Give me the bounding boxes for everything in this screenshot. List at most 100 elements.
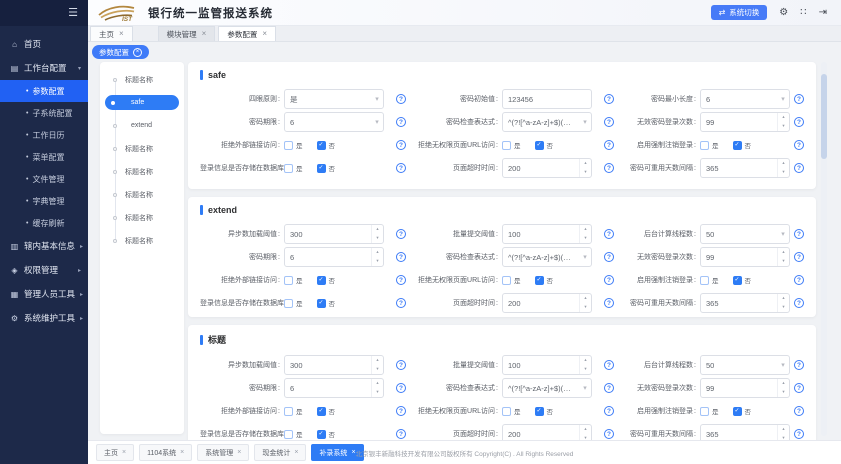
help-icon[interactable]: ? <box>396 140 406 150</box>
number-stepper[interactable]: ▴▾ <box>777 425 789 440</box>
tree-node[interactable]: 标题名称 <box>100 160 184 183</box>
checkbox-option[interactable]: 是 <box>284 429 303 439</box>
number-field[interactable]: 99▴▾ <box>700 378 790 398</box>
help-icon[interactable]: ? <box>794 275 804 285</box>
stepper-down-icon[interactable]: ▾ <box>580 168 591 177</box>
close-icon[interactable]: × <box>262 30 267 38</box>
help-icon[interactable]: ? <box>396 298 406 308</box>
stepper-down-icon[interactable]: ▾ <box>778 122 789 131</box>
number-stepper[interactable]: ▴▾ <box>579 356 591 374</box>
sidebar-subitem[interactable]: •字典管理 <box>0 190 88 212</box>
sidebar-item-org-info[interactable]: ▥辖内基本信息▸ <box>0 234 88 258</box>
help-icon[interactable]: ? <box>604 94 614 104</box>
help-icon[interactable]: ? <box>396 229 406 239</box>
checkbox-option[interactable]: 是 <box>284 298 303 308</box>
sidebar-subitem[interactable]: •参数配置 <box>0 80 88 102</box>
number-stepper[interactable]: ▴▾ <box>579 225 591 243</box>
select-field[interactable]: 50▾ <box>700 355 790 375</box>
checkbox-option[interactable]: 否 <box>733 140 752 150</box>
help-icon[interactable]: ? <box>396 117 406 127</box>
fullscreen-icon[interactable]: ∷ <box>800 8 806 18</box>
help-icon[interactable]: ? <box>604 252 614 262</box>
number-field[interactable]: 100▴▾ <box>502 224 592 244</box>
checkbox-option[interactable]: 是 <box>284 163 303 173</box>
help-icon[interactable]: ? <box>604 429 614 439</box>
sidebar-item-workbench[interactable]: ▤工作台配置▾ <box>0 56 88 80</box>
tree-node[interactable]: safe <box>100 91 184 114</box>
number-stepper[interactable]: ▴▾ <box>777 294 789 312</box>
checkbox-option[interactable]: 是 <box>502 140 521 150</box>
close-icon[interactable]: × <box>119 30 124 38</box>
number-stepper[interactable]: ▴▾ <box>371 379 383 397</box>
number-field[interactable]: 200▴▾ <box>502 424 592 440</box>
number-stepper[interactable]: ▴▾ <box>579 159 591 177</box>
close-icon[interactable]: × <box>202 30 207 38</box>
close-icon[interactable]: × <box>122 449 126 456</box>
number-stepper[interactable]: ▴▾ <box>777 248 789 266</box>
system-switch-button[interactable]: ⇄ 系统切换 <box>711 5 768 20</box>
number-field[interactable]: 300▴▾ <box>284 224 384 244</box>
select-field[interactable]: ^(?![^a-zA-z]+$)(?!\D+$)[0-9A-Z...▾ <box>502 247 592 267</box>
checkbox-option[interactable]: 否 <box>317 163 336 173</box>
logout-icon[interactable]: ⇥ <box>819 8 827 18</box>
number-stepper[interactable]: ▴▾ <box>579 294 591 312</box>
help-icon[interactable]: ? <box>604 140 614 150</box>
bottom-tab[interactable]: 现金统计× <box>254 444 306 461</box>
checkbox-unchecked[interactable] <box>502 141 511 150</box>
checkbox-option[interactable]: 否 <box>733 275 752 285</box>
checkbox-unchecked[interactable] <box>700 276 709 285</box>
sidebar-item-permission[interactable]: ◈权限管理▸ <box>0 258 88 282</box>
stepper-up-icon[interactable]: ▴ <box>580 425 591 434</box>
help-icon[interactable]: ? <box>794 117 804 127</box>
chevron-down-icon[interactable]: ▾ <box>777 361 789 369</box>
help-icon[interactable]: ? <box>604 117 614 127</box>
number-stepper[interactable]: ▴▾ <box>371 225 383 243</box>
help-icon[interactable]: ? <box>794 383 804 393</box>
help-icon[interactable]: ? <box>396 429 406 439</box>
stepper-up-icon[interactable]: ▴ <box>778 379 789 388</box>
stepper-up-icon[interactable]: ▴ <box>372 225 383 234</box>
chevron-down-icon[interactable]: ▾ <box>579 384 591 392</box>
checkbox-checked[interactable] <box>535 276 544 285</box>
help-icon[interactable]: ? <box>604 298 614 308</box>
tree-node[interactable]: 标题名称 <box>100 206 184 229</box>
checkbox-checked[interactable] <box>317 164 326 173</box>
number-stepper[interactable]: ▴▾ <box>777 113 789 131</box>
help-icon[interactable]: ? <box>396 163 406 173</box>
stepper-down-icon[interactable]: ▾ <box>372 365 383 374</box>
number-field[interactable]: 99▴▾ <box>700 112 790 132</box>
checkbox-checked[interactable] <box>535 407 544 416</box>
checkbox-option[interactable]: 否 <box>733 406 752 416</box>
checkbox-option[interactable]: 是 <box>284 406 303 416</box>
checkbox-option[interactable]: 是 <box>502 275 521 285</box>
help-icon[interactable]: ? <box>604 383 614 393</box>
checkbox-unchecked[interactable] <box>284 164 293 173</box>
checkbox-unchecked[interactable] <box>284 430 293 439</box>
top-tab[interactable]: 模块管理× <box>158 26 216 41</box>
stepper-down-icon[interactable]: ▾ <box>580 234 591 243</box>
stepper-down-icon[interactable]: ▾ <box>372 388 383 397</box>
close-icon[interactable]: × <box>237 449 241 456</box>
menu-toggle-icon[interactable]: ☰ <box>68 8 78 19</box>
checkbox-unchecked[interactable] <box>284 276 293 285</box>
checkbox-checked[interactable] <box>317 407 326 416</box>
help-icon[interactable]: ? <box>794 94 804 104</box>
checkbox-option[interactable]: 否 <box>317 140 336 150</box>
tree-node[interactable]: 标题名称 <box>100 68 184 91</box>
chip-close-icon[interactable]: × <box>133 48 142 57</box>
help-icon[interactable]: ? <box>604 163 614 173</box>
checkbox-checked[interactable] <box>317 299 326 308</box>
chevron-down-icon[interactable]: ▾ <box>371 95 383 103</box>
stepper-up-icon[interactable]: ▴ <box>580 294 591 303</box>
checkbox-option[interactable]: 是 <box>284 275 303 285</box>
stepper-up-icon[interactable]: ▴ <box>778 294 789 303</box>
stepper-up-icon[interactable]: ▴ <box>580 159 591 168</box>
help-icon[interactable]: ? <box>794 163 804 173</box>
bottom-tab[interactable]: 1104系统× <box>139 444 192 461</box>
checkbox-unchecked[interactable] <box>700 407 709 416</box>
checkbox-checked[interactable] <box>733 407 742 416</box>
select-field[interactable]: ^(?![^a-zA-z]+$)(?!\D+$)[0-9A-Z...▾ <box>502 378 592 398</box>
stepper-down-icon[interactable]: ▾ <box>372 234 383 243</box>
chevron-down-icon[interactable]: ▾ <box>777 230 789 238</box>
sidebar-subitem[interactable]: •工作日历 <box>0 124 88 146</box>
